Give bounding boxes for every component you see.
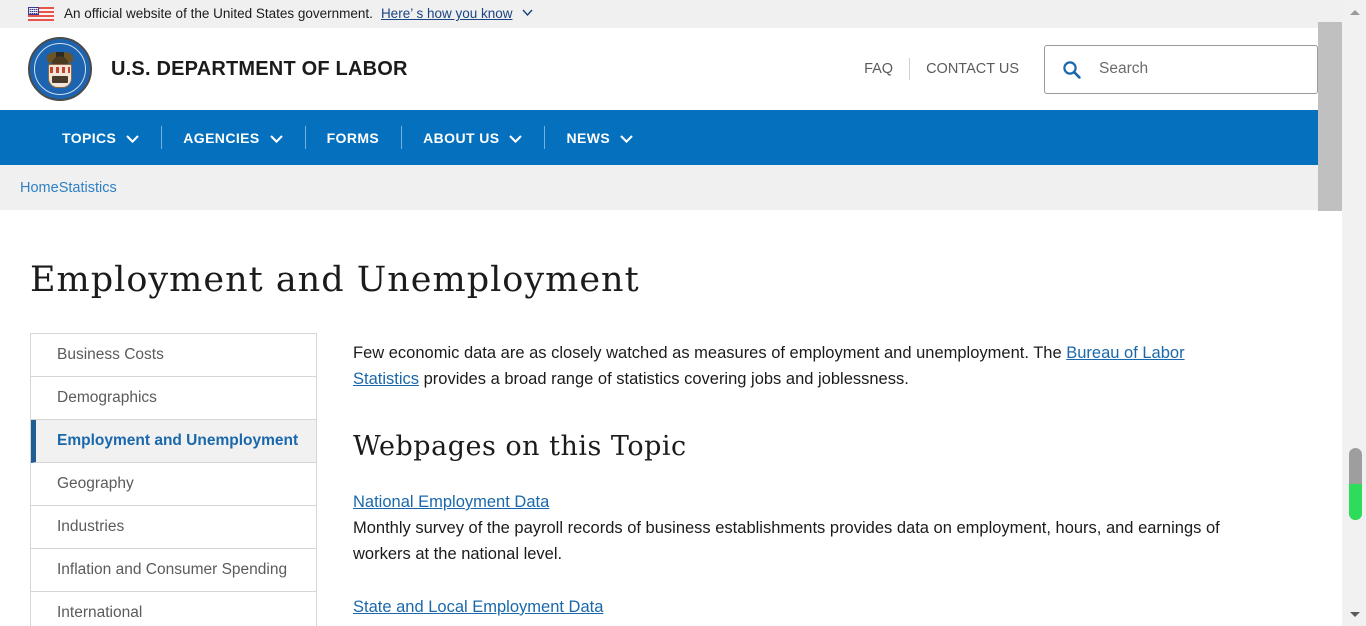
chevron-down-icon[interactable]	[521, 8, 533, 19]
sidebar-item-label: Employment and Unemployment	[57, 432, 299, 449]
find-match-marker	[1349, 484, 1362, 520]
brand-title: U.S. DEPARTMENT OF LABOR	[111, 57, 408, 80]
nav-item-label: TOPICS	[62, 129, 117, 146]
nav-item-forms[interactable]: FORMS	[304, 110, 402, 165]
vertical-scrollbar[interactable]	[1342, 0, 1366, 626]
contact-us-link[interactable]: CONTACT US	[926, 61, 1019, 77]
chevron-down-icon	[620, 131, 633, 145]
utility-links: FAQ CONTACT US	[864, 58, 1019, 80]
sidebar-item-international[interactable]: International	[31, 592, 316, 626]
sidebar-item-geography[interactable]: Geography	[31, 463, 316, 506]
main-column: Few economic data are as closely watched…	[317, 333, 1322, 626]
gov-banner: An official website of the United States…	[0, 0, 1342, 28]
sidebar-item-employment-and-unemployment[interactable]: Employment and Unemployment	[31, 420, 316, 463]
topic-entry: State and Local Employment Data Monthly …	[353, 598, 1232, 626]
content-columns: Business Costs Demographics Employment a…	[20, 333, 1322, 626]
chevron-down-icon	[126, 131, 140, 145]
intro-text-part1: Few economic data are as closely watched…	[353, 344, 1067, 362]
chevron-down-icon	[509, 131, 523, 145]
sidebar-item-inflation-and-consumer-spending[interactable]: Inflation and Consumer Spending	[31, 549, 316, 592]
heres-how-you-know-link[interactable]: Here’ s how you know	[381, 6, 513, 21]
sidebar-item-industries[interactable]: Industries	[31, 506, 316, 549]
breadcrumb: Home Statistics	[0, 165, 1342, 210]
sidebar-item-label: Inflation and Consumer Spending	[57, 561, 288, 578]
breadcrumb-item-home[interactable]: Home	[20, 180, 59, 196]
topic-description: Monthly estimates of employment, hours, …	[353, 620, 1232, 626]
scroll-up-arrow-icon[interactable]	[1343, 2, 1366, 22]
page-title: Employment and Unemployment	[30, 260, 640, 300]
sidebar-item-demographics[interactable]: Demographics	[31, 377, 316, 420]
sidebar-item-business-costs[interactable]: Business Costs	[31, 334, 316, 377]
sidebar-item-label: International	[57, 604, 143, 621]
scrollbar-thumb[interactable]	[1349, 448, 1362, 520]
utility-divider	[909, 58, 911, 80]
us-flag-icon	[28, 6, 54, 21]
breadcrumb-item-statistics[interactable]: Statistics	[59, 180, 117, 196]
state-and-local-employment-data-link[interactable]: State and Local Employment Data	[353, 598, 603, 617]
national-employment-data-link[interactable]: National Employment Data	[353, 493, 549, 512]
nav-item-label: ABOUT US	[423, 129, 500, 146]
sidebar-item-label: Business Costs	[57, 346, 164, 363]
nav-item-label: FORMS	[326, 129, 380, 146]
intro-text-part2: provides a broad range of statistics cov…	[419, 370, 909, 388]
nav-item-agencies[interactable]: AGENCIES	[161, 110, 304, 165]
topic-entry: National Employment Data Monthly survey …	[353, 493, 1232, 567]
chevron-down-icon	[269, 131, 283, 145]
primary-navigation: TOPICS AGENCIES FORMS ABOUT US NEWS	[0, 110, 1342, 165]
content-area: Employment and Unemployment Business Cos…	[0, 260, 1342, 626]
sidebar-item-label: Geography	[57, 475, 134, 492]
topic-description: Monthly survey of the payroll records of…	[353, 519, 1220, 563]
search-input[interactable]	[1097, 59, 1307, 79]
intro-paragraph: Few economic data are as closely watched…	[353, 340, 1232, 392]
topic-sidebar: Business Costs Demographics Employment a…	[30, 333, 317, 626]
page-root: An official website of the United States…	[0, 0, 1342, 626]
masthead-right: FAQ CONTACT US	[864, 44, 1318, 94]
section-heading-webpages: Webpages on this Topic	[353, 431, 687, 462]
sidebar-item-label: Industries	[57, 518, 125, 535]
masthead: U.S. DEPARTMENT OF LABOR FAQ CONTACT US	[0, 28, 1342, 110]
search-box[interactable]	[1044, 44, 1318, 94]
nav-item-topics[interactable]: TOPICS	[40, 110, 161, 165]
scroll-down-arrow-icon[interactable]	[1343, 604, 1366, 624]
sidebar-item-label: Demographics	[57, 389, 157, 406]
nav-item-label: NEWS	[566, 129, 611, 146]
nav-item-about-us[interactable]: ABOUT US	[401, 110, 544, 165]
nav-item-label: AGENCIES	[183, 129, 260, 146]
page-right-gutter	[1318, 22, 1342, 211]
dol-seal-icon[interactable]	[28, 37, 92, 101]
faq-link[interactable]: FAQ	[864, 61, 893, 77]
nav-item-news[interactable]: NEWS	[544, 110, 655, 165]
search-icon[interactable]	[1062, 60, 1081, 79]
gov-banner-text: An official website of the United States…	[64, 6, 373, 21]
